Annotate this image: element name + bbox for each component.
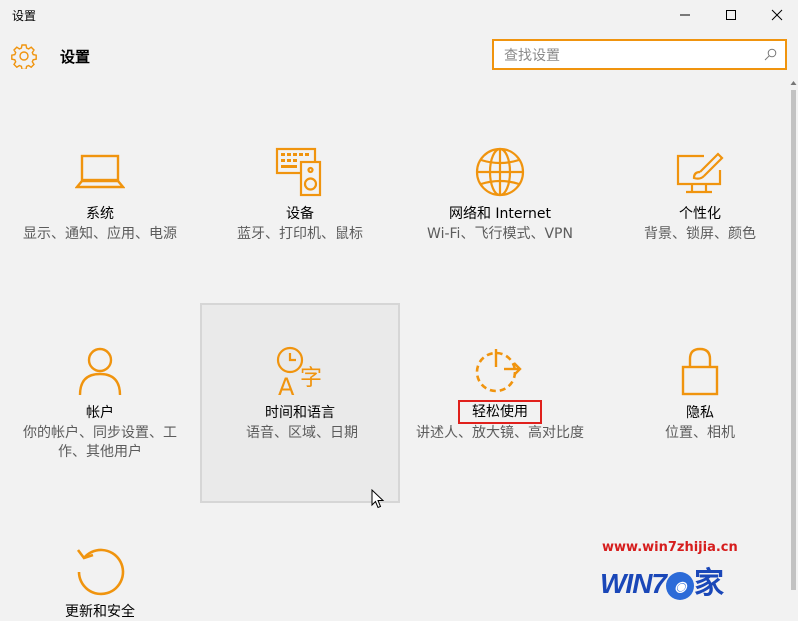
category-personalization[interactable]: 个性化 背景、锁屏、颜色 — [600, 104, 798, 304]
category-desc: 蓝牙、打印机、鼠标 — [237, 226, 363, 242]
search-input[interactable] — [502, 45, 756, 67]
category-name: 轻松使用 — [400, 400, 600, 424]
svg-text:字: 字 — [300, 366, 322, 391]
category-name: 设备 — [286, 206, 314, 222]
ease-of-access-icon — [475, 349, 522, 393]
search-box[interactable] — [492, 39, 787, 70]
devices-icon — [275, 147, 322, 197]
category-system[interactable]: 系统 显示、通知、应用、电源 — [0, 104, 200, 304]
category-name: 时间和语言 — [265, 405, 335, 421]
gear-icon — [11, 44, 37, 69]
lock-icon — [681, 347, 719, 396]
category-name: 帐户 — [86, 405, 114, 421]
time-language-icon: A 字 — [276, 346, 322, 397]
page-title: 设置 — [60, 48, 91, 66]
maximize-icon — [726, 10, 736, 20]
category-desc: 讲述人、放大镜、高对比度 — [416, 425, 584, 441]
category-name: 网络和 Internet — [448, 206, 552, 222]
watermark-logo-badge: ◉ — [666, 571, 694, 600]
category-desc: Wi-Fi、飞行模式、VPN — [427, 226, 573, 242]
category-accounts[interactable]: 帐户 你的帐户、同步设置、工作、其他用户 — [0, 303, 200, 503]
category-desc: 你的帐户、同步设置、工作、其他用户 — [23, 425, 177, 460]
category-name: 系统 — [86, 206, 114, 222]
category-update-security[interactable]: 更新和安全 — [0, 502, 200, 621]
window-title: 设置 — [12, 9, 37, 23]
category-name: 更新和安全 — [65, 604, 135, 620]
category-desc: 位置、相机 — [665, 425, 735, 441]
category-network[interactable]: 网络和 Internet Wi-Fi、飞行模式、VPN — [400, 104, 600, 304]
category-desc: 显示、通知、应用、电源 — [23, 226, 177, 242]
category-devices[interactable]: 设备 蓝牙、打印机、鼠标 — [200, 104, 400, 304]
minimize-button[interactable] — [662, 0, 708, 30]
category-desc: 语音、区域、日期 — [246, 425, 358, 441]
category-ease-of-access[interactable]: 轻松使用 讲述人、放大镜、高对比度 — [400, 303, 600, 503]
category-name: 个性化 — [679, 206, 721, 222]
watermark-logo-char: 家 — [694, 567, 724, 600]
watermark-logo: WIN7 ◉ 家 — [600, 558, 724, 602]
mouse-cursor-icon — [371, 489, 385, 509]
category-desc: 背景、锁屏、颜色 — [644, 226, 756, 242]
watermark-url: www.win7zhijia.cn — [602, 540, 738, 555]
person-icon — [78, 347, 122, 396]
category-privacy[interactable]: 隐私 位置、相机 — [600, 303, 798, 503]
search-icon[interactable] — [764, 48, 777, 61]
category-time-language[interactable]: A 字 时间和语言 语音、区域、日期 — [200, 303, 400, 503]
watermark-logo-text: WIN7 — [600, 568, 667, 599]
minimize-icon — [680, 14, 690, 16]
globe-icon — [475, 147, 525, 197]
highlight-box: 轻松使用 — [458, 400, 542, 424]
close-button[interactable] — [754, 0, 798, 30]
maximize-button[interactable] — [708, 0, 754, 30]
scroll-up-arrow-icon[interactable] — [790, 78, 797, 88]
paint-icon — [676, 152, 724, 194]
svg-text:A: A — [278, 373, 295, 397]
close-icon — [771, 9, 783, 21]
watermark: www.win7zhijia.cn WIN7 ◉ 家 — [600, 540, 780, 610]
laptop-icon — [75, 154, 125, 189]
category-name: 隐私 — [686, 405, 714, 421]
update-icon — [76, 548, 125, 596]
title-bar: 设置 — [0, 0, 798, 30]
